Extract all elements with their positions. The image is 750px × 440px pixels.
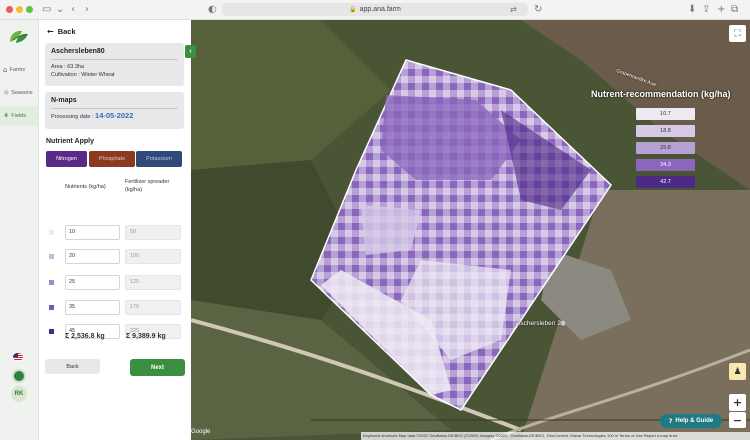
tree-avatar-icon[interactable] <box>12 369 26 383</box>
map-attribution[interactable]: Keyboard shortcuts Map data ©2022 GeoBas… <box>361 432 750 440</box>
sidebar-item-label: Farms <box>9 67 26 73</box>
app-logo <box>10 30 28 43</box>
us-flag-icon[interactable] <box>13 353 23 361</box>
map-canvas <box>191 20 750 440</box>
legend-title: Nutrent-recommendation (kg/ha) <box>591 89 731 99</box>
user-avatar[interactable]: RK <box>11 386 27 402</box>
legend-item: 34.3 <box>636 159 695 171</box>
total-spreader: Σ 9,389.9 kg <box>126 333 166 340</box>
field-info-card: Aschersleben80 Area : 63.3ha Cultivation… <box>45 43 184 86</box>
help-guide-label: Help & Guide <box>675 418 714 424</box>
fullscreen-icon[interactable]: ⛶ <box>729 25 746 42</box>
color-swatch <box>49 254 54 259</box>
share-icon[interactable]: ⇪ <box>702 3 710 17</box>
legend-item: 18.8 <box>636 125 695 137</box>
processing-date: 14-05-2022 <box>95 111 134 120</box>
help-guide-button[interactable]: ? Help & Guide <box>660 414 722 428</box>
back-button[interactable]: Back <box>45 359 100 374</box>
spreader-input: 125 <box>125 275 181 290</box>
translate-icon[interactable]: ⇄ <box>510 3 517 17</box>
nmaps-title: N-maps <box>51 97 178 109</box>
legend-item: 10.7 <box>636 108 695 120</box>
back-arrow-icon[interactable]: ‹ <box>71 3 75 17</box>
sidebar-item-farms[interactable]: ⌂ Farms <box>0 60 38 80</box>
total-nutrients: Σ 2,536.8 kg <box>65 333 105 340</box>
color-swatch <box>49 230 54 235</box>
processing-label: Processing date : <box>51 114 94 120</box>
collapse-panel-button[interactable]: ‹ <box>185 45 196 58</box>
nutrient-apply-title: Nutrient Apply <box>46 138 94 145</box>
zoom-in-icon[interactable]: + <box>729 394 746 411</box>
next-button[interactable]: Next <box>130 359 185 376</box>
sidebar-item-label: Seasons <box>11 90 33 96</box>
fields-icon: ⚘ <box>3 112 10 120</box>
zoom-out-icon[interactable]: − <box>729 412 746 428</box>
tabs-overview-icon[interactable]: ⧉ <box>731 3 738 17</box>
spreader-column-header: Fertilizer spreader (kg/ha) <box>125 179 170 193</box>
shield-icon[interactable]: ◐ <box>208 3 217 17</box>
minimize-window-icon[interactable] <box>16 6 23 13</box>
sidebar-item-label: Fields <box>11 113 26 119</box>
google-logo: Google <box>191 429 211 435</box>
app-sidebar: ⌂ Farms ☼ Seasons ⚘ Fields RK <box>0 20 39 440</box>
arrow-left-icon: ← <box>47 27 54 36</box>
field-area: Area : 63.3ha <box>51 64 85 70</box>
nutrient-input[interactable]: 10 <box>65 225 120 240</box>
legend-item: 42.7 <box>636 176 695 188</box>
address-bar[interactable]: 🔒 app.ana.farm <box>222 3 528 16</box>
nutrients-column-header: Nutrients (kg/ha) <box>65 184 106 190</box>
spreader-input: 175 <box>125 300 181 315</box>
help-icon: ? <box>668 417 673 425</box>
nutrient-input[interactable]: 25 <box>65 275 120 290</box>
download-icon[interactable]: ⬇ <box>688 3 696 17</box>
new-tab-icon[interactable]: + <box>717 3 725 17</box>
street-view-pegman-icon[interactable]: ♟ <box>729 363 746 380</box>
field-cultivation: Cultivation : Winter Wheat <box>51 72 115 78</box>
field-detail-panel: ← Back Aschersleben80 Area : 63.3ha Cult… <box>39 20 191 440</box>
place-label: Aschersleben 2 <box>516 320 561 327</box>
sidebar-item-fields[interactable]: ⚘ Fields <box>0 106 38 126</box>
spreader-input: 100 <box>125 249 181 264</box>
tab-potassium[interactable]: Potassium <box>136 151 182 167</box>
nutrient-input[interactable]: 20 <box>65 249 120 264</box>
reload-icon[interactable]: ↻ <box>534 3 542 17</box>
nmaps-card: N-maps Processing date : 14-05-2022 <box>45 92 184 129</box>
maximize-window-icon[interactable] <box>26 6 33 13</box>
tab-nitrogen[interactable]: Nitrogen <box>46 151 87 167</box>
back-link-label: Back <box>57 27 76 36</box>
nutrient-input[interactable]: 35 <box>65 300 120 315</box>
legend-item: 25.8 <box>636 142 695 154</box>
close-window-icon[interactable] <box>6 6 13 13</box>
field-name: Aschersleben80 <box>51 48 178 60</box>
satellite-map[interactable] <box>191 20 750 440</box>
tab-phosphate[interactable]: Phosphate <box>89 151 135 167</box>
color-swatch <box>49 329 54 334</box>
lock-icon: 🔒 <box>349 7 357 13</box>
browser-toolbar: ▭ ⌄ ‹ › ◐ 🔒 app.ana.farm ⇄ ↻ ⬇ ⇪ + ⧉ <box>0 0 750 20</box>
forward-arrow-icon[interactable]: › <box>85 3 89 17</box>
chevron-down-icon[interactable]: ⌄ <box>56 3 64 17</box>
sidebar-toggle-icon[interactable]: ▭ <box>42 3 51 17</box>
farm-icon: ⌂ <box>3 66 8 74</box>
back-link[interactable]: ← Back <box>47 27 76 36</box>
seasons-icon: ☼ <box>3 89 10 97</box>
spreader-input: 50 <box>125 225 181 240</box>
color-swatch <box>49 305 54 310</box>
color-swatch <box>49 280 54 285</box>
url-text: app.ana.farm <box>359 6 401 13</box>
sidebar-item-seasons[interactable]: ☼ Seasons <box>0 83 38 103</box>
